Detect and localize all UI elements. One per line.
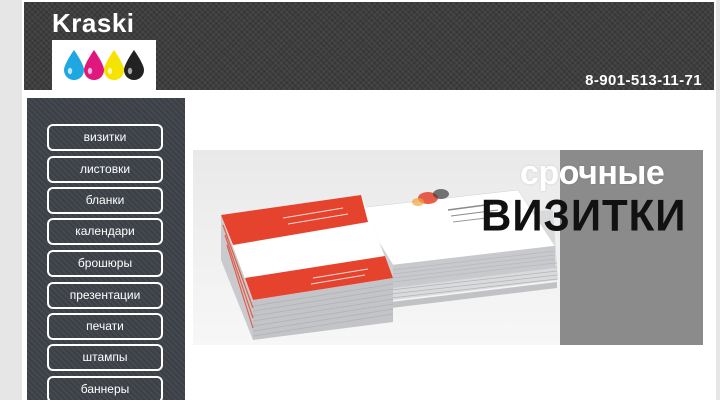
menu-item-vizitki[interactable]: визитки [47, 124, 163, 151]
menu-item-prezentatsii[interactable]: презентации [47, 282, 163, 309]
sidebar-menu: визитки листовки бланки календари брошюр… [27, 98, 185, 400]
menu-item-pechati[interactable]: печати [47, 313, 163, 340]
menu-item-bannery[interactable]: баннеры [47, 376, 163, 400]
menu-item-listovki[interactable]: листовки [47, 156, 163, 183]
menu-item-blanki[interactable]: бланки [47, 187, 163, 214]
logo-text[interactable]: Kraski [52, 8, 135, 39]
menu-item-broshyury[interactable]: брошюры [47, 250, 163, 277]
logo-ink-drops[interactable] [52, 40, 156, 90]
menu-item-kalendari[interactable]: календари [47, 218, 163, 245]
phone-number: 8-901-513-11-71 [585, 72, 702, 89]
banner-headline-cards: ВИЗИТКИ [481, 190, 687, 241]
site-header: Kraski 8-901-513-11-71 [24, 2, 714, 90]
left-card-stack [221, 195, 394, 340]
yellow-drop-icon [104, 50, 124, 80]
cyan-drop-icon [64, 50, 84, 80]
menu-item-shtampy[interactable]: штампы [47, 344, 163, 371]
banner-headline-urgent: срочные [520, 154, 665, 192]
black-drop-icon [124, 50, 144, 80]
magenta-drop-icon [84, 50, 104, 80]
